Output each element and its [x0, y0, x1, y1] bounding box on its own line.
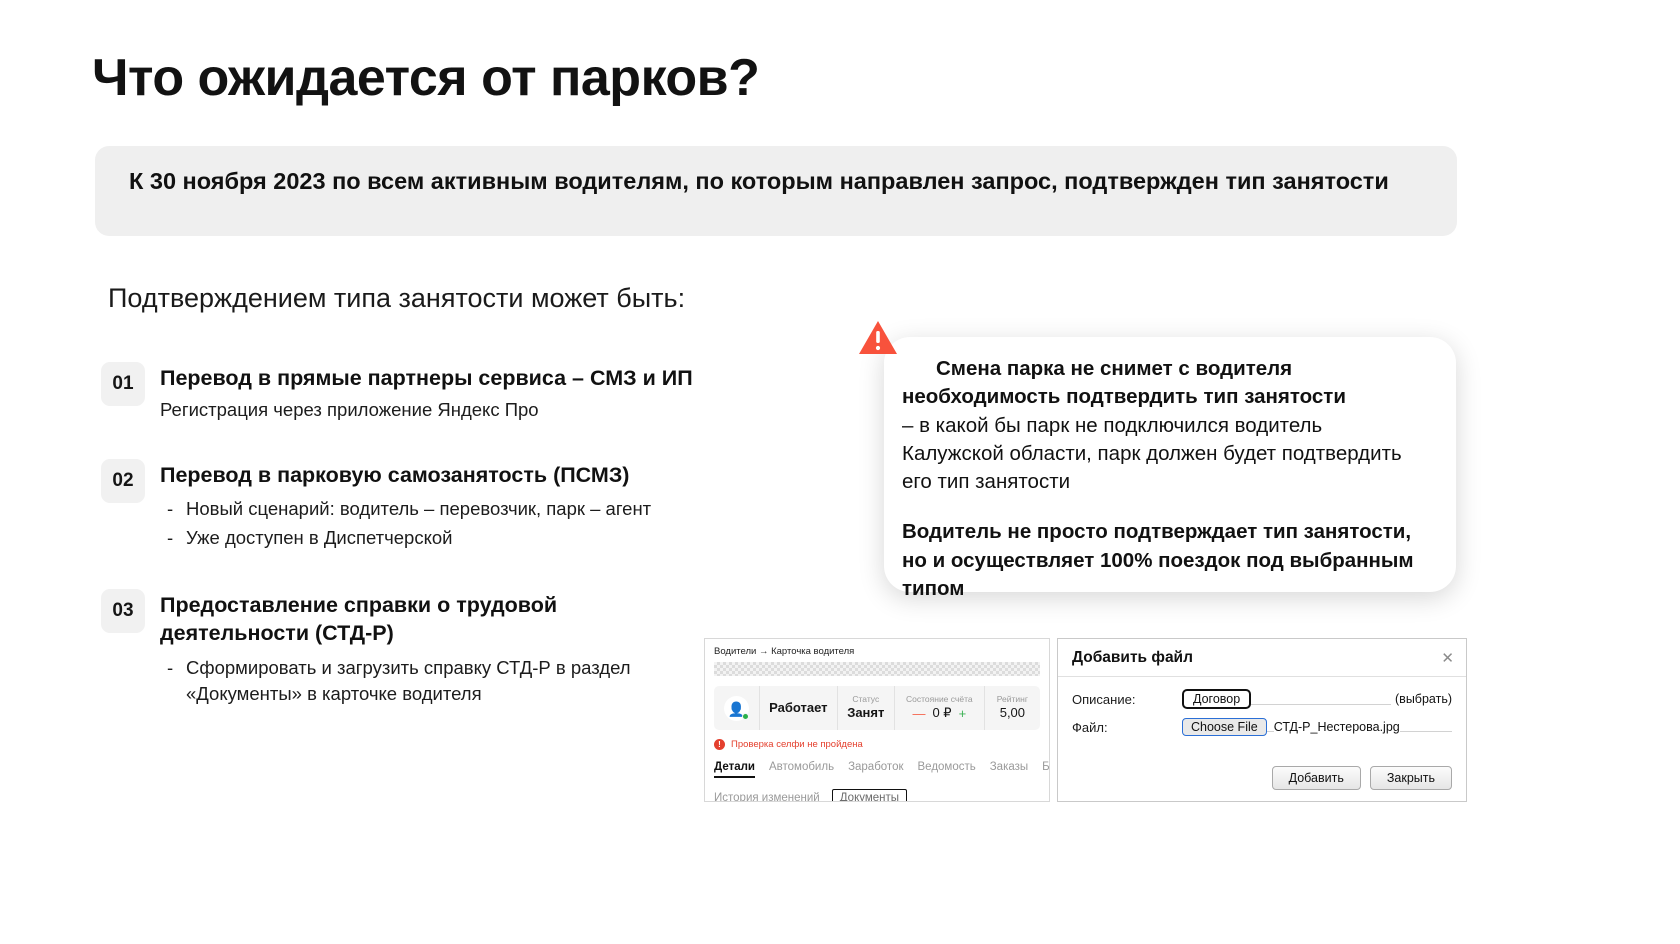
step-title: Перевод в парковую самозанятость (ПСМЗ) [160, 462, 630, 487]
highlight-banner: К 30 ноября 2023 по всем активным водите… [95, 146, 1457, 236]
tab-bonus[interactable]: Бонус [1042, 761, 1049, 773]
balance-label: Состояние счёта [906, 694, 973, 705]
file-label: Файл: [1072, 719, 1108, 735]
tab-details[interactable]: Детали [714, 761, 755, 778]
add-button[interactable]: Добавить [1271, 766, 1361, 790]
step-body: Перевод в прямые партнеры сервиса – СМЗ … [160, 362, 821, 423]
rating-cell: Рейтинг 5,00 [985, 686, 1040, 730]
step-body: Перевод в парковую самозанятость (ПСМЗ) … [160, 459, 821, 553]
dialog-title: Добавить файл [1072, 649, 1193, 666]
breadcrumb: Водители → Карточка водителя [714, 646, 855, 657]
bullet-dash-icon: - [167, 498, 174, 520]
bullet-dash-icon: - [167, 526, 174, 548]
balance-decrease-button[interactable]: — [912, 706, 925, 721]
online-status-dot-icon [741, 712, 749, 720]
slide-root: Что ожидается от парков? К 30 ноября 202… [0, 0, 1680, 944]
driver-card-screenshot: Водители → Карточка водителя 👤 Работает … [704, 638, 1050, 802]
add-file-dialog: Добавить файл ✕ Описание: Договор (выбра… [1057, 638, 1467, 802]
rating-value: 5,00 [999, 704, 1026, 720]
tab-car[interactable]: Автомобиль [769, 761, 834, 773]
description-input[interactable]: Договор [1182, 689, 1252, 709]
tab-statement[interactable]: Ведомость [918, 761, 976, 773]
list-item: 01 Перевод в прямые партнеры сервиса – С… [101, 362, 821, 423]
selfie-alert: ! Проверка селфи не пройдена [714, 739, 1049, 750]
dialog-body: Описание: Договор (выбрать) Файл: Choose… [1058, 677, 1466, 736]
warning-triangle-icon [859, 321, 897, 354]
step-bullets: - Новый сценарий: водитель – перевозчик,… [160, 496, 821, 551]
bullet-item: - Уже доступен в Диспетчерской [160, 525, 821, 551]
dialog-footer: Добавить Закрыть [1058, 766, 1466, 801]
callout-bold-2: Водитель не просто подтверждает тип заня… [902, 520, 1414, 600]
redacted-bar [714, 662, 1040, 676]
callout-content: Смена парка не снимет с водителя необход… [902, 355, 1426, 603]
step-number-badge: 01 [101, 362, 145, 406]
tab-change-history[interactable]: История изменений [714, 792, 820, 801]
balance-increase-button[interactable]: + [959, 706, 967, 721]
alert-text: Проверка селфи не пройдена [731, 739, 863, 750]
step-title: Перевод в прямые партнеры сервиса – СМЗ … [160, 366, 693, 390]
balance-row: — 0 ₽ + [912, 705, 966, 722]
close-icon[interactable]: ✕ [1441, 649, 1454, 667]
choose-file-button[interactable]: Choose File [1182, 718, 1267, 736]
bullet-item: - Новый сценарий: водитель – перевозчик,… [160, 496, 821, 522]
avatar-circle: 👤 [723, 695, 749, 721]
description-field-wrap: Договор (выбрать) [1182, 689, 1452, 709]
close-button[interactable]: Закрыть [1369, 766, 1452, 790]
status-value: Занят [847, 704, 885, 720]
step-number-badge: 03 [101, 588, 145, 633]
work-status-cell: Работает [760, 686, 838, 730]
intro-text: Подтверждением типа занятости может быть… [108, 283, 686, 313]
callout-spacer [902, 496, 1426, 518]
bullet-item: - Сформировать и загрузить справку СТД-Р… [160, 655, 690, 708]
tab-orders[interactable]: Заказы [990, 761, 1028, 773]
list-item: 02 Перевод в парковую самозанятость (ПСМ… [101, 458, 821, 553]
warning-callout: Смена парка не снимет с водителя необход… [884, 337, 1456, 600]
file-row: Файл: Choose File СТД-Р_Нестерова.jpg [1072, 718, 1452, 736]
driver-summary-strip: 👤 Работает Статус Занят Состояние счёта … [714, 686, 1040, 730]
step-title: Предоставление справки о трудовой деятел… [160, 592, 558, 646]
status-label: Статус [852, 694, 880, 705]
bullet-text: Сформировать и загрузить справку СТД-Р в… [186, 656, 631, 704]
description-label: Описание: [1072, 691, 1136, 707]
description-row: Описание: Договор (выбрать) [1072, 689, 1452, 709]
avatar: 👤 [714, 686, 760, 730]
selected-file-name: СТД-Р_Нестерова.jpg [1273, 720, 1400, 734]
driver-card-tabs-row2: История изменений Документы [714, 789, 1049, 801]
file-field-wrap: Choose File СТД-Р_Нестерова.jpg [1182, 718, 1452, 736]
balance-cell: Состояние счёта — 0 ₽ + [895, 686, 985, 730]
type-select[interactable]: (выбрать) [1391, 692, 1452, 706]
banner-text: К 30 ноября 2023 по всем активным водите… [129, 168, 1389, 194]
dialog-header: Добавить файл ✕ [1058, 639, 1466, 677]
alert-icon: ! [714, 739, 725, 750]
status-cell: Статус Занят [838, 686, 895, 730]
step-number-badge: 02 [101, 458, 145, 503]
step-subtitle: Регистрация через приложение Яндекс Про [160, 399, 539, 421]
balance-value: 0 ₽ [932, 704, 952, 720]
callout-regular-1: – в какой бы парк не подключился водител… [902, 413, 1402, 494]
tab-earnings[interactable]: Заработок [848, 761, 903, 773]
callout-bold-1: Смена парка не снимет с водителя необход… [902, 357, 1346, 409]
driver-card-tabs: Детали Автомобиль Заработок Ведомость За… [714, 761, 1049, 778]
tab-documents[interactable]: Документы [831, 789, 908, 801]
bullet-text: Новый сценарий: водитель – перевозчик, п… [186, 498, 652, 520]
work-status-value: Работает [769, 699, 828, 715]
bullet-dash-icon: - [167, 656, 174, 678]
page-title: Что ожидается от парков? [92, 49, 760, 107]
bullet-text: Уже доступен в Диспетчерской [186, 526, 453, 548]
rating-label: Рейтинг [996, 694, 1028, 705]
